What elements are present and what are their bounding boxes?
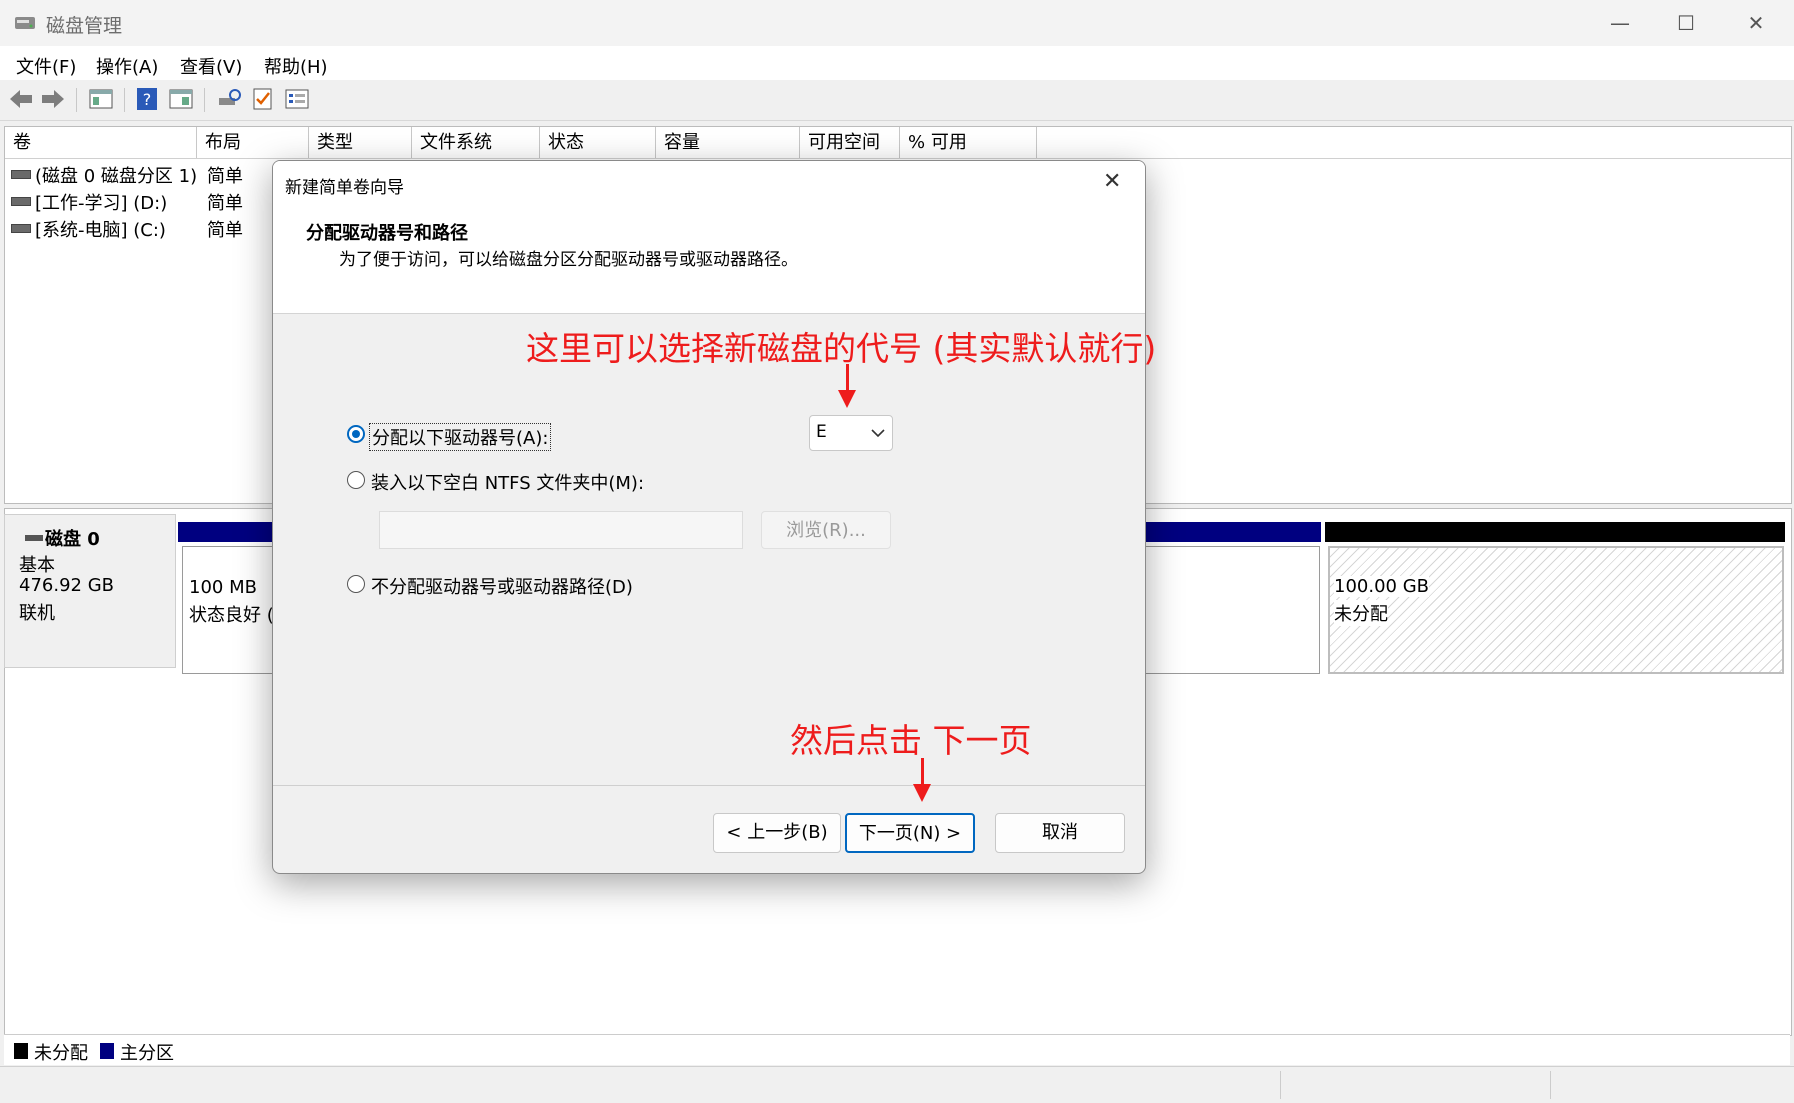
status-bar — [0, 1066, 1794, 1103]
dialog-header: 分配驱动器号和路径 为了便于访问，可以给磁盘分区分配驱动器号或驱动器路径。 — [273, 207, 1145, 314]
radio-mount-folder[interactable] — [347, 471, 365, 489]
cancel-button[interactable]: 取消 — [995, 813, 1125, 853]
maximize-button[interactable]: ☐ — [1666, 8, 1706, 38]
drive-letter-value: E — [816, 422, 827, 442]
annotation-next: 然后点击 下一页 — [790, 721, 1032, 760]
drive-letter-select[interactable]: E — [809, 415, 893, 451]
toolbar-separator — [124, 88, 125, 112]
column-type[interactable]: 类型 — [309, 127, 412, 158]
chevron-down-icon — [871, 429, 885, 438]
partition-size: 100.00 GB — [1334, 576, 1430, 597]
table-row[interactable]: [系统-电脑] (C:) 简单 — [5, 215, 275, 241]
volume-layout: 简单 — [207, 193, 243, 214]
legend-label: 主分区 — [120, 1043, 174, 1064]
volume-name: [工作-学习] (D:) — [35, 193, 168, 214]
menu-file[interactable]: 文件(F) — [16, 53, 76, 79]
radio-no-letter[interactable] — [347, 575, 365, 593]
volume-name: [系统-电脑] (C:) — [35, 220, 166, 241]
annotation-arrow-icon — [838, 390, 856, 408]
column-status[interactable]: 状态 — [540, 127, 656, 158]
annotation-arrow-shaft — [846, 364, 849, 390]
volume-layout: 简单 — [207, 220, 243, 241]
disk-management-icon — [15, 17, 35, 29]
next-button[interactable]: 下一页(N) > — [845, 813, 975, 853]
legend-swatch-unallocated — [14, 1043, 28, 1059]
table-row[interactable]: [工作-学习] (D:) 简单 — [5, 188, 275, 214]
help-icon[interactable]: ? — [134, 86, 160, 112]
console-tree-icon[interactable] — [88, 86, 114, 112]
disk-state: 联机 — [19, 603, 55, 624]
column-capacity[interactable]: 容量 — [656, 127, 800, 158]
annotation-arrow-icon — [913, 784, 931, 802]
volume-list-header: 卷 布局 类型 文件系统 状态 容量 可用空间 % 可用 — [5, 127, 1791, 159]
volume-icon — [11, 197, 31, 206]
toolbar-separator — [76, 88, 77, 112]
back-button[interactable]: < 上一步(B) — [713, 813, 841, 853]
legend-label: 未分配 — [34, 1043, 88, 1064]
option-no-letter-label[interactable]: 不分配驱动器号或驱动器路径(D) — [371, 573, 633, 599]
toolbar-separator — [204, 88, 205, 112]
checklist-icon[interactable] — [250, 86, 276, 112]
annotation-drive-letter: 这里可以选择新磁盘的代号 (其实默认就行) — [526, 329, 1157, 368]
column-free-space[interactable]: 可用空间 — [800, 127, 900, 158]
step-description: 为了便于访问，可以给磁盘分区分配驱动器号或驱动器路径。 — [339, 250, 798, 270]
minimize-button[interactable]: — — [1600, 8, 1640, 38]
unallocated-partition-block[interactable]: 100.00 GB 未分配 — [1328, 546, 1784, 674]
disk-name: 磁盘 0 — [45, 529, 100, 550]
volume-layout: 简单 — [207, 166, 243, 187]
column-volume[interactable]: 卷 — [5, 127, 197, 158]
menu-help[interactable]: 帮助(H) — [264, 53, 328, 79]
back-arrow-icon[interactable] — [8, 86, 34, 112]
toolbar: ? — [0, 80, 1794, 121]
partition-size: 100 MB — [189, 577, 257, 598]
new-simple-volume-wizard: 新建简单卷向导 ✕ 分配驱动器号和路径 为了便于访问，可以给磁盘分区分配驱动器号… — [272, 160, 1146, 874]
browse-button[interactable]: 浏览(R)... — [761, 511, 891, 549]
partition-status: 状态良好 ( — [189, 605, 274, 626]
disk-icon — [25, 535, 43, 541]
annotation-arrow-shaft — [921, 758, 924, 784]
svg-text:?: ? — [143, 90, 152, 109]
step-heading: 分配驱动器号和路径 — [306, 223, 468, 244]
dialog-title: 新建简单卷向导 — [285, 178, 404, 198]
status-divider — [1550, 1071, 1551, 1099]
close-button[interactable]: ✕ — [1736, 8, 1776, 38]
column-layout[interactable]: 布局 — [197, 127, 309, 158]
folder-path-input[interactable] — [379, 511, 743, 549]
disk-size: 476.92 GB — [19, 575, 115, 596]
list-view-icon[interactable] — [284, 86, 310, 112]
disk-type: 基本 — [19, 555, 55, 576]
menu-action[interactable]: 操作(A) — [96, 53, 158, 79]
menu-view[interactable]: 查看(V) — [180, 53, 242, 79]
column-filesystem[interactable]: 文件系统 — [412, 127, 540, 158]
menu-bar: 文件(F) 操作(A) 查看(V) 帮助(H) — [0, 46, 1794, 80]
volume-icon — [11, 170, 31, 179]
title-bar: 磁盘管理 — ☐ ✕ — [0, 0, 1794, 46]
forward-arrow-icon[interactable] — [40, 86, 66, 112]
column-percent-free[interactable]: % 可用 — [900, 127, 1037, 158]
unallocated-partition-bar — [1325, 522, 1785, 542]
dialog-footer-divider — [273, 785, 1145, 786]
partition-status: 未分配 — [1334, 600, 1388, 626]
volume-name: (磁盘 0 磁盘分区 1) — [35, 166, 198, 187]
legend: 未分配 主分区 — [4, 1034, 1790, 1065]
table-row[interactable]: (磁盘 0 磁盘分区 1) 简单 — [5, 161, 275, 187]
radio-assign-letter[interactable] — [347, 425, 365, 443]
rescan-disk-icon[interactable] — [216, 86, 242, 112]
properties-icon[interactable] — [168, 86, 194, 112]
legend-swatch-primary — [100, 1043, 114, 1059]
option-mount-folder-label[interactable]: 装入以下空白 NTFS 文件夹中(M): — [371, 469, 644, 495]
volume-icon — [11, 224, 31, 233]
dialog-title-bar: 新建简单卷向导 ✕ — [273, 161, 1145, 207]
window-title: 磁盘管理 — [46, 15, 123, 37]
option-assign-letter-label[interactable]: 分配以下驱动器号(A): — [369, 423, 552, 451]
dialog-close-button[interactable]: ✕ — [1103, 169, 1121, 194]
status-divider — [1280, 1071, 1281, 1099]
disk-label[interactable]: 磁盘 0 基本 476.92 GB 联机 — [4, 514, 176, 668]
